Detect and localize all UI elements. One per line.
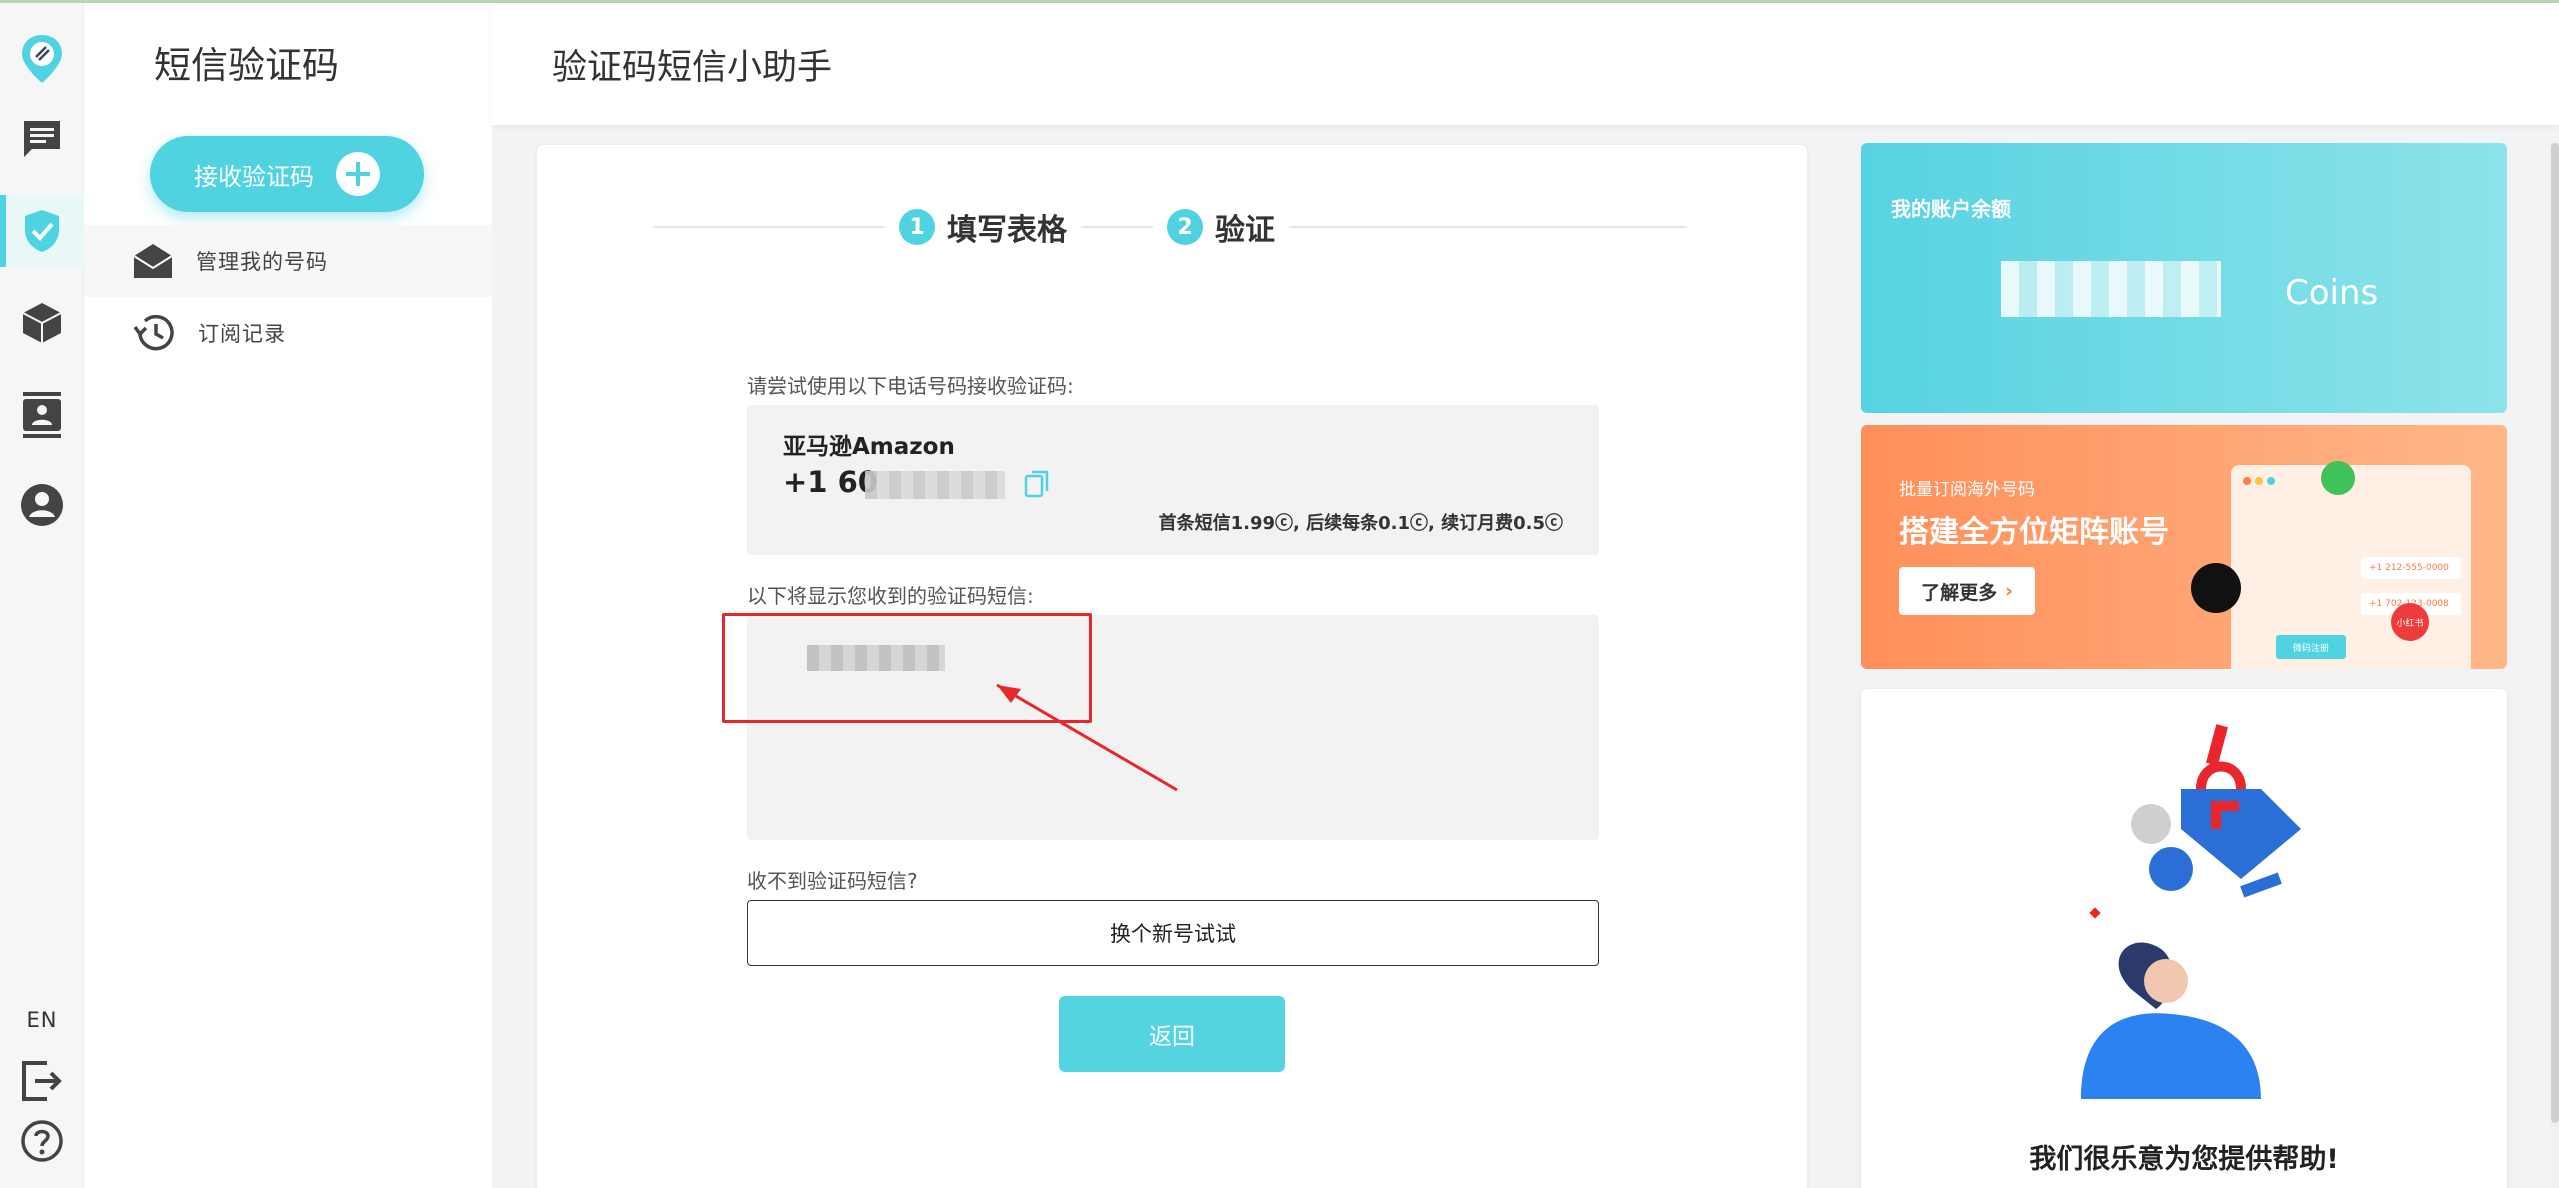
step-label: 验证 <box>1215 213 1275 248</box>
sidebar: 短信验证码 接收验证码 管理我的号码 订阅记录 <box>84 3 492 1188</box>
tiktok-icon <box>2191 563 2241 613</box>
balance-value-redacted <box>2001 261 2221 317</box>
price-note: 首条短信1.99ⓒ, 后续每条0.1ⓒ, 续订月费0.5ⓒ <box>1158 513 1563 534</box>
service-name: 亚马逊Amazon <box>783 434 955 460</box>
promo-subtitle: 批量订阅海外号码 <box>1899 480 2035 500</box>
sidebar-item-subscriptions[interactable]: 订阅记录 <box>84 297 492 369</box>
step-label: 填写表格 <box>947 213 1067 248</box>
contacts-icon[interactable] <box>0 379 84 451</box>
mock-number-row: +1 212-555-0000 <box>2361 557 2461 579</box>
envelope-open-icon <box>133 244 173 278</box>
chevron-right-icon: › <box>2005 580 2013 602</box>
mock-register-button: 微码注册 <box>2276 635 2346 659</box>
icon-rail: EN <box>0 3 84 1188</box>
scrollbar-thumb[interactable] <box>2551 143 2559 1123</box>
package-icon[interactable] <box>0 287 84 359</box>
no-code-label: 收不到验证码短信? <box>747 869 918 893</box>
copy-icon[interactable] <box>1023 469 1051 499</box>
help-icon[interactable] <box>0 1105 84 1177</box>
step-verify: 2 验证 <box>1153 205 1289 249</box>
receive-code-label: 接收验证码 <box>194 162 314 191</box>
learn-more-button[interactable]: 了解更多 › <box>1899 567 2035 615</box>
back-button[interactable]: 返回 <box>1059 996 1285 1072</box>
sidebar-title: 短信验证码 <box>154 44 339 87</box>
step-number: 1 <box>899 209 935 245</box>
account-icon[interactable] <box>0 469 84 541</box>
help-illustration <box>2081 724 2301 1099</box>
window-dot <box>2255 477 2263 485</box>
step-number: 2 <box>1167 209 1203 245</box>
new-number-button[interactable]: 换个新号试试 <box>747 900 1599 966</box>
balance-unit: Coins <box>2285 273 2379 313</box>
language-toggle[interactable]: EN <box>0 1008 84 1032</box>
number-label: 请尝试使用以下电话号码接收验证码: <box>747 374 1074 398</box>
messages-label: 以下将显示您收到的验证码短信: <box>747 584 1034 608</box>
sidebar-item-label: 订阅记录 <box>198 322 286 346</box>
sidebar-item-manage-numbers[interactable]: 管理我的号码 <box>84 225 492 297</box>
annotation-arrow <box>996 683 1178 792</box>
app-logo-icon[interactable] <box>0 23 84 95</box>
balance-card: 我的账户余额 Coins <box>1861 143 2507 413</box>
help-title: 我们很乐意为您提供帮助! <box>2029 1144 2339 1175</box>
wechat-icon <box>2321 461 2355 495</box>
shield-check-icon[interactable] <box>0 195 84 267</box>
number-box: 亚马逊Amazon +1 60 首条短信1.99ⓒ, 后续每条0.1ⓒ, 续订月… <box>747 405 1599 555</box>
scrollbar[interactable] <box>2551 143 2559 1188</box>
page-title: 验证码短信小助手 <box>552 48 833 88</box>
promo-illustration: +1 212-555-0000 +1 702-123-0008 微码注册 <box>2231 465 2471 669</box>
window-dot <box>2243 477 2251 485</box>
plus-icon <box>336 152 380 196</box>
step-fill-form: 1 填写表格 <box>885 205 1081 249</box>
stepper: 1 填写表格 2 验证 <box>653 205 1687 249</box>
phone-number: +1 60 <box>783 465 878 499</box>
help-card: 我们很乐意为您提供帮助! <box>1861 689 2507 1188</box>
window-dot <box>2267 477 2275 485</box>
receive-code-button[interactable]: 接收验证码 <box>150 136 424 212</box>
learn-more-label: 了解更多 <box>1921 581 1998 604</box>
history-icon <box>133 314 174 351</box>
header: 验证码短信小助手 <box>492 3 2559 125</box>
promo-title: 搭建全方位矩阵账号 <box>1899 515 2169 550</box>
balance-title: 我的账户余额 <box>1891 197 2011 221</box>
verification-card: 1 填写表格 2 验证 请尝试使用以下电话号码接收验证码: 亚马逊Amazon … <box>537 145 1807 1188</box>
sidebar-item-label: 管理我的号码 <box>196 250 328 274</box>
xiaohongshu-icon: 小红书 <box>2391 603 2429 641</box>
chat-icon[interactable] <box>0 103 84 175</box>
phone-number-redacted <box>865 471 1005 499</box>
promo-banner[interactable]: 批量订阅海外号码 搭建全方位矩阵账号 了解更多 › +1 212-555-000… <box>1861 425 2507 669</box>
